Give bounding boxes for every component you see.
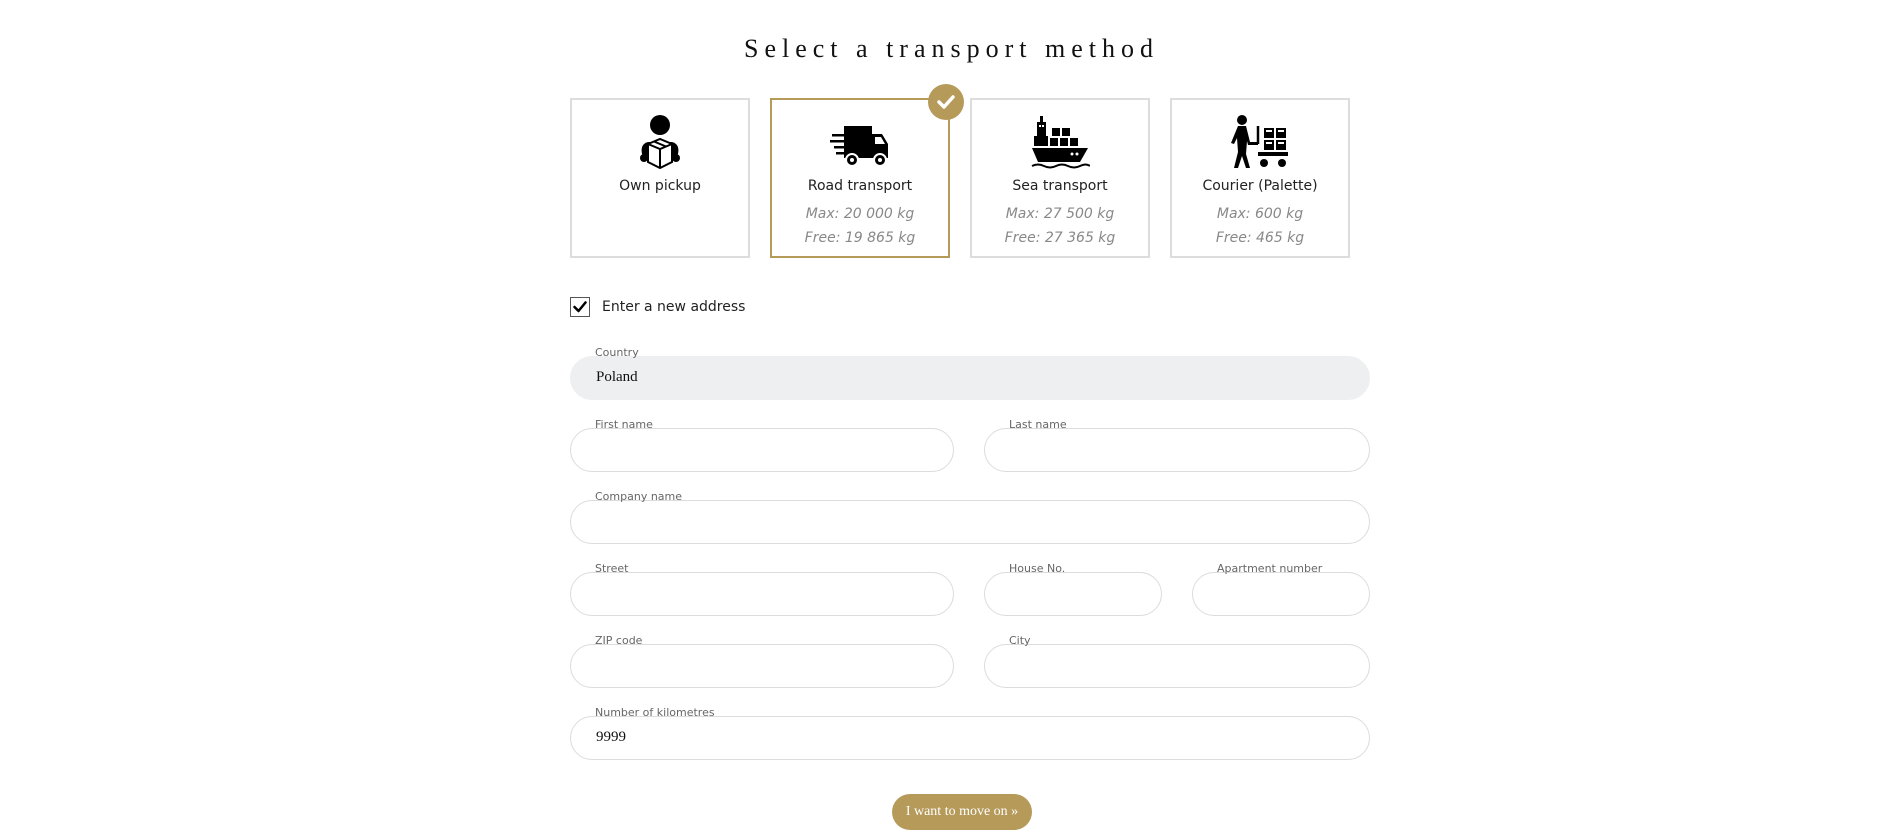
field-label: Apartment number xyxy=(1217,562,1323,575)
apartment-number-field[interactable]: Apartment number xyxy=(1192,562,1370,616)
method-own-pickup[interactable]: Own pickup xyxy=(570,98,750,258)
method-free-weight: Free: 19 865 kg xyxy=(804,230,916,246)
transport-methods: Own pickup Road transport Max: 20 000 kg… xyxy=(570,84,1354,258)
method-max-weight: Max: 27 500 kg xyxy=(1005,206,1115,222)
house-number-field[interactable]: House No. xyxy=(984,562,1162,616)
method-max-weight: Max: 20 000 kg xyxy=(805,206,915,222)
delivery-truck-icon xyxy=(772,114,948,170)
zip-code-field[interactable]: ZIP code xyxy=(570,634,954,688)
field-label: Number of kilometres xyxy=(595,706,715,719)
page-title: Select a transport method xyxy=(744,34,1159,63)
company-name-field[interactable]: Company name xyxy=(570,490,1370,544)
field-label: ZIP code xyxy=(595,634,643,647)
method-max-weight: Max: 600 kg xyxy=(1216,206,1304,222)
first-name-field[interactable]: First name xyxy=(570,418,954,472)
field-label: Street xyxy=(595,562,629,575)
country-field[interactable]: Country Poland xyxy=(570,346,1370,400)
street-field[interactable]: Street xyxy=(570,562,954,616)
method-name: Own pickup xyxy=(619,178,701,194)
field-label: Country xyxy=(595,346,639,359)
field-label: First name xyxy=(595,418,653,431)
new-address-checkbox[interactable] xyxy=(570,297,590,317)
last-name-field[interactable]: Last name xyxy=(984,418,1370,472)
field-label: Company name xyxy=(595,490,683,503)
field-value: 9999 xyxy=(596,729,626,745)
method-name: Courier (Palette) xyxy=(1202,178,1318,194)
method-name: Sea transport xyxy=(1012,178,1108,194)
cargo-ship-icon xyxy=(972,114,1148,170)
field-label: City xyxy=(1009,634,1031,647)
method-road-transport[interactable]: Road transport Max: 20 000 kg Free: 19 8… xyxy=(770,84,964,258)
method-free-weight: Free: 27 365 kg xyxy=(1004,230,1116,246)
new-address-label: Enter a new address xyxy=(602,299,746,315)
method-sea-transport[interactable]: Sea transport Max: 27 500 kg Free: 27 36… xyxy=(970,98,1150,258)
method-free-weight: Free: 465 kg xyxy=(1215,230,1305,246)
checkmark-icon xyxy=(573,301,587,313)
field-value: Poland xyxy=(596,369,638,385)
field-label: House No. xyxy=(1009,562,1066,575)
field-label: Last name xyxy=(1009,418,1067,431)
courier-cart-icon xyxy=(1172,114,1348,170)
person-with-box-icon xyxy=(572,114,748,170)
method-courier-palette[interactable]: Courier (Palette) Max: 600 kg Free: 465 … xyxy=(1170,98,1350,258)
new-address-toggle: Enter a new address xyxy=(570,297,745,317)
method-name: Road transport xyxy=(807,178,913,194)
city-field[interactable]: City xyxy=(984,634,1370,688)
kilometres-field[interactable]: Number of kilometres 9999 xyxy=(570,706,1370,760)
move-on-button[interactable]: I want to move on » xyxy=(892,794,1032,830)
page: Select a transport method Own pickup Roa… xyxy=(0,0,1903,840)
